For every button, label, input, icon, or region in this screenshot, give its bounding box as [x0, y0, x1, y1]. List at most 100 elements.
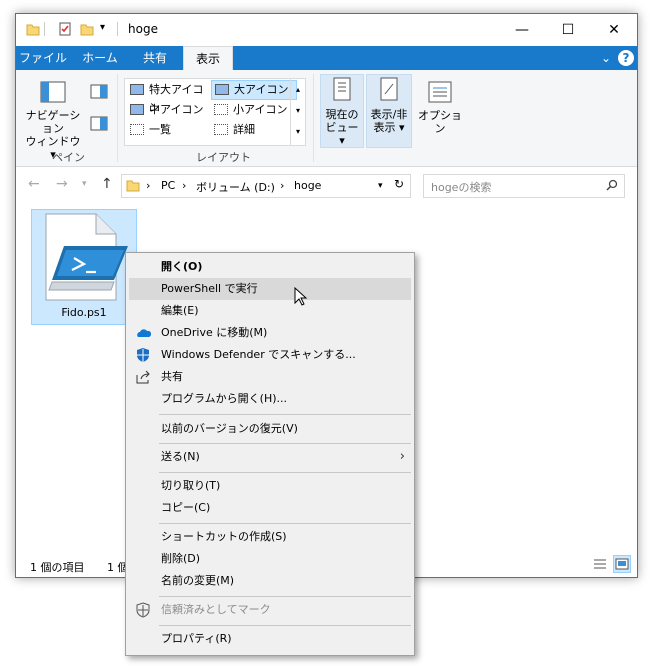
ribbon-separator [313, 74, 314, 162]
mouse-cursor-icon [294, 287, 308, 306]
breadcrumb-separator: › [182, 179, 187, 192]
show-hide-button[interactable]: 表示/非 表示 ▾ [366, 74, 412, 148]
window-title: hoge [128, 22, 158, 36]
up-icon[interactable]: ↑ [101, 176, 113, 192]
folder-icon [126, 180, 140, 192]
menu-properties[interactable]: プロパティ(R) [129, 628, 411, 650]
menu-share[interactable]: 共有 [129, 366, 411, 388]
menu-rename[interactable]: 名前の変更(M) [129, 570, 411, 592]
menu-restore-previous-versions[interactable]: 以前のバージョンの復元(V) [129, 418, 411, 440]
menu-edit[interactable]: 編集(E) [129, 300, 411, 322]
layout-medium-icons[interactable]: 中アイコン [127, 101, 209, 119]
menu-open-with[interactable]: プログラムから開く(H)... [129, 388, 411, 410]
layout-gallery: 特大アイコン 大アイコン 中アイコン 小アイコン 一覧 詳細 ▴ ▾ ▾ [124, 78, 306, 146]
menu-item-label: 以前のバージョンの復元(V) [161, 422, 298, 435]
large-icons-view-icon[interactable] [613, 555, 631, 573]
menu-delete[interactable]: 削除(D) [129, 548, 411, 570]
submenu-arrow-icon: › [399, 449, 405, 464]
windows-defender-icon [137, 348, 149, 362]
close-button[interactable]: ✕ [591, 14, 637, 46]
options-icon [428, 81, 452, 103]
details-view-icon[interactable] [591, 555, 609, 573]
recent-locations-icon[interactable]: ▾ [82, 179, 87, 189]
menu-item-label: ショートカットの作成(S) [161, 530, 287, 543]
preview-pane-icon[interactable] [90, 84, 108, 100]
menu-item-label: 開く(O) [161, 260, 203, 273]
details-pane-icon[interactable] [90, 116, 108, 132]
forward-icon[interactable]: → [56, 176, 68, 192]
menu-item-label: OneDrive に移動(M) [161, 326, 268, 339]
tab-share[interactable]: 共有 [130, 46, 180, 70]
layout-details[interactable]: 詳細 [211, 121, 295, 139]
menu-item-label: コピー(C) [161, 501, 211, 514]
menu-cut[interactable]: 切り取り(T) [129, 475, 411, 497]
extra-large-icons-icon [130, 84, 144, 95]
layout-list[interactable]: 一覧 [127, 121, 209, 139]
menu-separator [159, 523, 411, 524]
address-dropdown-icon[interactable]: ▾ [378, 181, 383, 191]
show-hide-icon [380, 77, 398, 101]
menu-separator [159, 596, 411, 597]
layout-extra-large-icons[interactable]: 特大アイコン [127, 81, 209, 114]
layout-item-label: 中アイコン [149, 103, 204, 116]
refresh-icon[interactable]: ↻ [394, 177, 404, 191]
search-placeholder: hogeの検索 [431, 181, 492, 194]
address-bar[interactable]: › PC › ボリューム (D:) › hoge ▾ ↻ [121, 174, 411, 198]
tab-file[interactable]: ファイル [16, 46, 70, 70]
options-button[interactable]: オプション [416, 80, 464, 135]
navigation-pane-label: ナビゲーション [25, 109, 81, 135]
ribbon-expand-icon[interactable]: ⌄ [598, 50, 614, 66]
menu-copy[interactable]: コピー(C) [129, 497, 411, 519]
menu-send-to[interactable]: 送る(N) › [129, 446, 411, 468]
layout-scroll[interactable]: ▴ ▾ ▾ [290, 79, 305, 145]
current-view-label: 現在の [325, 108, 359, 121]
onedrive-icon [137, 329, 151, 337]
search-box[interactable]: hogeの検索 [423, 174, 625, 198]
menu-item-label: PowerShell で実行 [161, 282, 258, 295]
menu-item-label: 切り取り(T) [161, 479, 221, 492]
current-view-button[interactable]: 現在の ビュー ▾ [320, 74, 364, 148]
new-folder-icon[interactable] [80, 22, 94, 36]
show-hide-sublabel: 表示 ▾ [373, 121, 405, 134]
menu-separator [159, 414, 411, 415]
status-item-count: 1 個の項目 [30, 561, 85, 574]
menu-run-with-powershell[interactable]: PowerShell で実行 [129, 278, 411, 300]
powershell-script-icon [45, 213, 128, 301]
show-hide-label: 表示/非 [370, 108, 408, 121]
breadcrumb-drive[interactable]: ボリューム (D:) [196, 179, 275, 195]
properties-icon[interactable] [58, 22, 72, 36]
menu-create-shortcut[interactable]: ショートカットの作成(S) [129, 526, 411, 548]
menu-move-to-onedrive[interactable]: OneDrive に移動(M) [129, 322, 411, 344]
layout-large-icons[interactable]: 大アイコン [211, 80, 297, 100]
details-icon [214, 124, 228, 135]
menu-item-label: 送る(N) [161, 450, 200, 463]
list-icon [130, 124, 144, 135]
menu-open[interactable]: 開く(O) [129, 256, 411, 278]
options-label: オプション [418, 109, 462, 135]
menu-item-label: 編集(E) [161, 304, 199, 317]
menu-separator [159, 472, 411, 473]
file-item[interactable]: Fido.ps1 [31, 209, 137, 325]
menu-separator [159, 443, 411, 444]
minimize-button[interactable]: — [499, 14, 545, 46]
menu-defender-scan[interactable]: Windows Defender でスキャンする... [129, 344, 411, 366]
tab-home[interactable]: ホーム [74, 46, 126, 70]
search-icon [606, 179, 618, 191]
current-view-sublabel: ビュー ▾ [325, 121, 359, 147]
breadcrumb-pc[interactable]: PC [161, 179, 175, 192]
pane-group-label: ペイン [52, 151, 85, 164]
layout-small-icons[interactable]: 小アイコン [211, 101, 295, 119]
layout-item-label: 大アイコン [234, 83, 289, 96]
qat-divider [44, 22, 45, 36]
breadcrumb-hoge[interactable]: hoge [294, 179, 321, 192]
menu-mark-as-trusted[interactable]: 信頼済みとしてマーク [129, 599, 411, 621]
back-icon[interactable]: ← [28, 176, 40, 192]
context-menu: 開く(O) PowerShell で実行 編集(E) OneDrive に移動(… [125, 252, 415, 656]
tab-view[interactable]: 表示 [183, 46, 233, 71]
ribbon-tab-bar: ファイル ホーム 共有 表示 ⌄ ? [16, 46, 637, 71]
menu-separator [159, 625, 411, 626]
help-icon[interactable]: ? [618, 50, 634, 66]
qat-dropdown-icon[interactable]: ▾ [100, 22, 105, 33]
maximize-button[interactable]: ☐ [545, 14, 591, 46]
menu-item-label: プロパティ(R) [161, 632, 232, 645]
